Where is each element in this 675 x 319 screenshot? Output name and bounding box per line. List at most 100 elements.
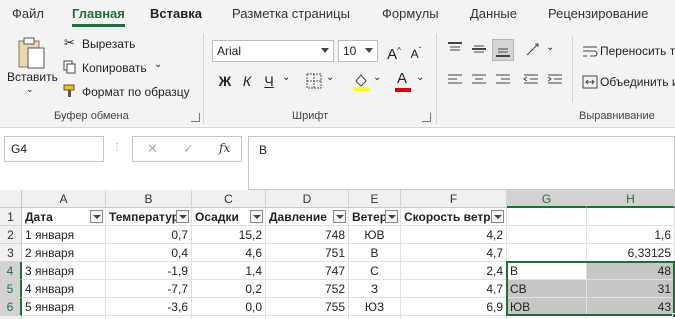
cell-a4[interactable]: 3 января [22,262,106,280]
merge-center-icon[interactable] [582,75,598,92]
filter-dropdown-icon[interactable] [90,210,103,223]
font-family-select[interactable]: Arial [212,40,334,62]
cell-d5[interactable]: 752 [266,280,349,298]
select-all-corner[interactable] [0,190,22,208]
align-middle-icon[interactable] [470,40,488,61]
copy-dropdown-icon[interactable]: ⌄ [154,59,162,70]
shrink-font-button[interactable]: Aˇ [405,40,427,62]
filter-dropdown-icon[interactable] [250,210,263,223]
cell-d2[interactable]: 748 [266,226,349,244]
wrap-text-button[interactable]: Переносить т [600,44,675,58]
cell-f3[interactable]: 4,7 [401,244,507,262]
cell-c4[interactable]: 1,4 [192,262,266,280]
cell-e5[interactable]: З [349,280,401,298]
format-painter-button[interactable]: Формат по образцу [82,85,190,99]
clipboard-launcher-icon[interactable] [191,113,200,122]
cell-d4[interactable]: 747 [266,262,349,280]
cell-a6[interactable]: 5 января [22,298,106,316]
column-header-c[interactable]: C [192,190,266,208]
row-header-3[interactable]: 3 [0,244,22,262]
fill-color-dropdown-icon[interactable]: ⌄ [373,72,381,83]
cell-c3[interactable]: 4,6 [192,244,266,262]
cut-button[interactable]: Вырезать [82,37,135,51]
tab-page-layout[interactable]: Разметка страницы [232,6,350,21]
bold-button[interactable]: Ж [214,70,236,92]
column-header-g[interactable]: G [507,190,587,208]
underline-dropdown-icon[interactable]: ⌄ [282,72,290,83]
wrap-text-icon[interactable] [582,44,598,61]
font-color-icon[interactable]: A [394,70,412,95]
increase-indent-icon[interactable] [546,72,564,91]
cell-g4[interactable]: В [507,262,587,280]
cell-h1[interactable] [587,208,675,226]
decrease-indent-icon[interactable] [522,72,540,91]
insert-function-icon[interactable]: fx [219,141,230,155]
cell-e2[interactable]: ЮВ [349,226,401,244]
cell-d3[interactable]: 751 [266,244,349,262]
row-header-1[interactable]: 1 [0,208,22,226]
align-right-icon[interactable] [494,72,512,91]
cell-h2[interactable]: 1,6 [587,226,675,244]
cell-b5[interactable]: -7,7 [106,280,192,298]
column-header-d[interactable]: D [266,190,349,208]
tab-review[interactable]: Рецензирование [548,6,648,21]
tab-formulas[interactable]: Формулы [382,6,439,21]
cell-b6[interactable]: -3,6 [106,298,192,316]
filter-dropdown-icon[interactable] [385,210,398,223]
font-color-dropdown-icon[interactable]: ⌄ [416,72,424,83]
row-header-5[interactable]: 5 [0,280,22,298]
format-painter-icon[interactable] [63,84,79,101]
cell-e6[interactable]: ЮЗ [349,298,401,316]
cell-c5[interactable]: 0,2 [192,280,266,298]
row-header-6[interactable]: 6 [0,298,22,316]
enter-icon[interactable]: ✓ [183,141,194,157]
filter-dropdown-icon[interactable] [176,210,189,223]
cell-h5[interactable]: 31 [587,280,675,298]
cell-h4[interactable]: 48 [587,262,675,280]
formula-input[interactable]: В [248,136,675,190]
tab-insert[interactable]: Вставка [150,6,202,21]
merge-center-button[interactable]: Объединить и [600,75,675,89]
cell-e3[interactable]: В [349,244,401,262]
align-bottom-icon[interactable] [492,39,514,61]
copy-button[interactable]: Копировать [82,61,147,75]
underline-button[interactable]: Ч [258,70,280,92]
fill-color-icon[interactable] [352,72,370,95]
column-header-f[interactable]: F [401,190,507,208]
cut-icon[interactable]: ✂ [64,35,75,51]
grow-font-button[interactable]: A^ [383,40,405,63]
cell-g1[interactable] [507,208,587,226]
cell-g3[interactable] [507,244,587,262]
cell-g5[interactable]: СВ [507,280,587,298]
cancel-icon[interactable]: ✕ [147,141,158,157]
column-header-a[interactable]: A [22,190,106,208]
filter-dropdown-icon[interactable] [491,210,504,223]
cell-f6[interactable]: 6,9 [401,298,507,316]
font-launcher-icon[interactable] [422,113,431,122]
column-header-b[interactable]: B [106,190,192,208]
cell-c2[interactable]: 15,2 [192,226,266,244]
font-size-select[interactable]: 10 [338,40,378,62]
tab-data[interactable]: Данные [470,6,517,21]
row-header-4[interactable]: 4 [0,262,22,280]
cell-g6[interactable]: ЮВ [507,298,587,316]
copy-icon[interactable] [63,60,77,77]
borders-dropdown-icon[interactable]: ⌄ [326,72,334,83]
column-header-h[interactable]: H [587,190,675,208]
align-left-icon[interactable] [446,72,464,91]
filter-dropdown-icon[interactable] [333,210,346,223]
align-top-icon[interactable] [446,40,464,61]
column-header-e[interactable]: E [349,190,401,208]
row-header-2[interactable]: 2 [0,226,22,244]
cell-c6[interactable]: 0,0 [192,298,266,316]
more-options-icon[interactable]: ⋮ [112,142,122,153]
cell-b4[interactable]: -1,9 [106,262,192,280]
cell-a5[interactable]: 4 января [22,280,106,298]
cell-g2[interactable] [507,226,587,244]
cell-f4[interactable]: 2,4 [401,262,507,280]
cell-e4[interactable]: С [349,262,401,280]
paste-dropdown-icon[interactable]: ⌄ [26,84,34,95]
cell-d6[interactable]: 755 [266,298,349,316]
paste-icon[interactable] [16,36,46,73]
cell-b2[interactable]: 0,7 [106,226,192,244]
